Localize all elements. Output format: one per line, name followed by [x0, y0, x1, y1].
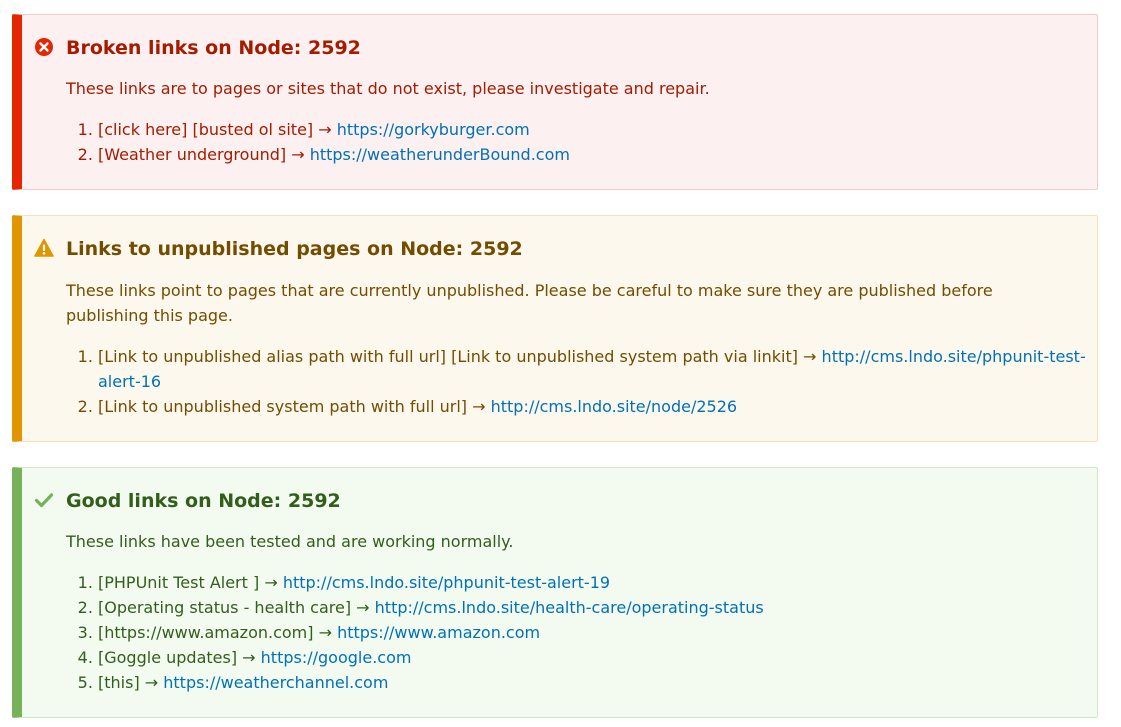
broken-links-title: Broken links on Node: 2592: [66, 37, 361, 59]
link-url[interactable]: https://weatherunderBound.com: [310, 145, 570, 164]
broken-links-description: These links are to pages or sites that d…: [66, 79, 710, 98]
list-item: [Weather underground] → https://weatheru…: [98, 142, 570, 167]
list-item: [Goggle updates] → https://google.com: [98, 645, 764, 670]
link-label: [Link to unpublished alias path with ful…: [98, 347, 822, 366]
good-links-description: These links have been tested and are wor…: [66, 532, 514, 551]
list-item: [click here] [busted ol site] → https://…: [98, 117, 570, 142]
link-url[interactable]: https://gorkyburger.com: [337, 120, 530, 139]
list-item: [PHPUnit Test Alert ] → http://cms.lndo.…: [98, 570, 764, 595]
list-item: [Operating status - health care] → http:…: [98, 595, 764, 620]
link-label: [Weather underground] →: [98, 145, 310, 164]
unpublished-links-title: Links to unpublished pages on Node: 2592: [66, 238, 523, 260]
link-label: [Operating status - health care] →: [98, 598, 375, 617]
link-url[interactable]: http://cms.lndo.site/health-care/operati…: [375, 598, 764, 617]
link-label: [https://www.amazon.com] →: [98, 623, 338, 642]
link-label: [PHPUnit Test Alert ] →: [98, 573, 283, 592]
link-url[interactable]: http://cms.lndo.site/phpunit-test-alert-…: [283, 573, 610, 592]
unpublished-links-list: [Link to unpublished alias path with ful…: [66, 344, 1096, 419]
unpublished-links-alert: Links to unpublished pages on Node: 2592…: [12, 215, 1098, 442]
list-item: [Link to unpublished system path with fu…: [98, 394, 1096, 419]
checkmark-icon: [34, 493, 54, 508]
list-item: [https://www.amazon.com] → https://www.a…: [98, 620, 764, 645]
link-label: [Link to unpublished system path with fu…: [98, 397, 491, 416]
list-item: [this] → https://weatherchannel.com: [98, 670, 764, 695]
broken-links-list: [click here] [busted ol site] → https://…: [66, 117, 570, 167]
warning-triangle-icon: [34, 238, 54, 257]
link-label: [click here] [busted ol site] →: [98, 120, 337, 139]
link-url[interactable]: https://google.com: [261, 648, 412, 667]
broken-links-alert: Broken links on Node: 2592 These links a…: [12, 14, 1098, 190]
link-label: [Goggle updates] →: [98, 648, 261, 667]
error-circle-icon: [35, 38, 53, 56]
good-links-title: Good links on Node: 2592: [66, 490, 341, 512]
link-url[interactable]: http://cms.lndo.site/node/2526: [491, 397, 737, 416]
unpublished-links-description: These links point to pages that are curr…: [66, 281, 993, 325]
good-links-alert: Good links on Node: 2592 These links hav…: [12, 467, 1098, 718]
link-url[interactable]: https://weatherchannel.com: [163, 673, 388, 692]
list-item: [Link to unpublished alias path with ful…: [98, 344, 1096, 394]
link-url[interactable]: https://www.amazon.com: [337, 623, 540, 642]
good-links-list: [PHPUnit Test Alert ] → http://cms.lndo.…: [66, 570, 764, 695]
link-label: [this] →: [98, 673, 164, 692]
